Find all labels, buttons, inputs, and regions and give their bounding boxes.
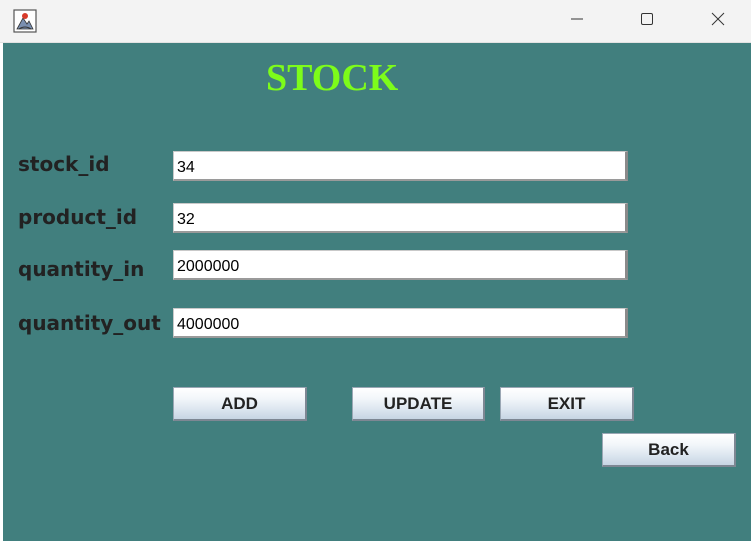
quantity-in-input[interactable] [173,250,628,280]
maximize-icon [640,12,654,31]
minimize-icon [570,12,584,31]
quantity-out-label: quantity_out [18,311,161,335]
quantity-out-input[interactable] [173,308,628,338]
close-icon [711,12,725,31]
update-button[interactable]: UPDATE [352,387,485,421]
maximize-button[interactable] [624,0,670,42]
page-title: STOCK [266,57,399,99]
stock-id-label: stock_id [18,152,110,176]
close-button[interactable] [695,0,741,42]
stock-id-input[interactable] [173,151,628,181]
product-id-input[interactable] [173,203,628,233]
product-id-label: product_id [18,205,138,229]
title-bar [0,0,751,43]
back-button[interactable]: Back [602,433,736,467]
exit-button[interactable]: EXIT [500,387,634,421]
minimize-button[interactable] [554,0,600,42]
quantity-in-label: quantity_in [18,257,145,281]
java-app-icon [13,9,37,33]
add-button[interactable]: ADD [173,387,307,421]
